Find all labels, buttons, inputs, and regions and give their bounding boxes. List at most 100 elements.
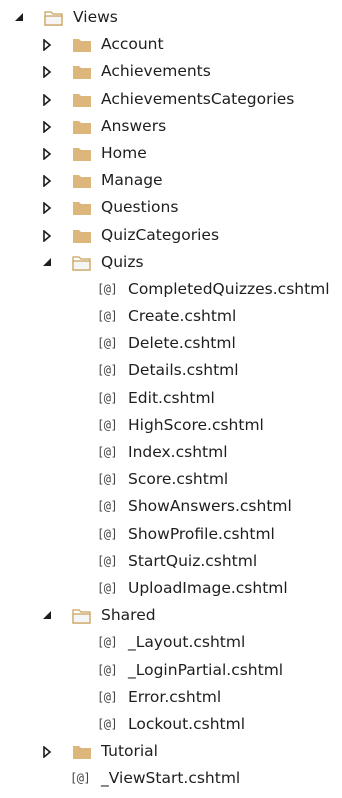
razor-file-icon: [@] [97, 526, 118, 541]
tree-node-label: Quizs [101, 252, 144, 271]
razor-file-icon: [@] [97, 417, 118, 432]
open-folder-icon [72, 607, 92, 625]
tree-node-label: ShowAnswers.cshtml [128, 497, 292, 516]
collapsed-arrow-icon[interactable] [42, 174, 54, 188]
tree-node-file[interactable]: [@] Delete.cshtml [0, 330, 342, 357]
razor-file-icon: [@] [97, 553, 118, 568]
collapsed-arrow-icon[interactable] [42, 228, 54, 243]
tree-node-label: Score.cshtml [128, 470, 229, 489]
expanded-arrow-icon[interactable] [42, 257, 54, 269]
razor-file-icon: [@] [97, 390, 118, 405]
razor-file-icon: [@] [97, 635, 118, 650]
razor-file-icon: [@] [97, 363, 118, 378]
tree-node-label: Achievements [101, 62, 211, 81]
razor-file-icon: [@] [97, 499, 118, 514]
tree-node-file[interactable]: [@] Details.cshtml [0, 357, 342, 384]
tree-node-file[interactable]: [@] ShowAnswers.cshtml [0, 493, 342, 520]
collapsed-arrow-icon[interactable] [42, 201, 54, 216]
tree-node-label: UploadImage.cshtml [128, 578, 288, 597]
tree-node-label: Edit.cshtml [128, 388, 215, 407]
tree-node-label: HighScore.cshtml [128, 415, 264, 434]
folder-icon [72, 172, 92, 190]
tree-node-file-viewstart[interactable]: [@] _ViewStart.cshtml [0, 765, 342, 792]
expanded-arrow-icon[interactable] [14, 12, 26, 24]
tree-node-label: AchievementsCategories [101, 89, 295, 108]
tree-node-label: Error.cshtml [128, 687, 222, 706]
folder-icon [72, 743, 92, 761]
tree-node-label: QuizCategories [101, 225, 220, 244]
tree-node-file[interactable]: [@] Lockout.cshtml [0, 711, 342, 738]
tree-node-label: Shared [101, 606, 156, 625]
tree-node-folder-quizs[interactable]: Quizs [0, 249, 342, 276]
tree-node-folder-home[interactable]: Home [0, 140, 342, 167]
tree-node-label: Tutorial [101, 742, 158, 761]
razor-file-icon: [@] [97, 309, 118, 324]
tree-node-folder-achievements[interactable]: Achievements [0, 58, 342, 85]
tree-node-label: _Layout.cshtml [128, 633, 246, 652]
tree-node-file[interactable]: [@] UploadImage.cshtml [0, 575, 342, 602]
folder-icon [72, 227, 92, 245]
tree-node-label: Index.cshtml [128, 443, 228, 461]
tree-node-folder-manage[interactable]: Manage [0, 167, 342, 194]
tree-node-views[interactable]: Views [0, 4, 342, 31]
tree-node-file[interactable]: [@] _LoginPartial.cshtml [0, 657, 342, 684]
tree-node-label: _ViewStart.cshtml [101, 769, 241, 788]
tree-node-folder-tutorial[interactable]: Tutorial [0, 738, 342, 765]
tree-node-file[interactable]: [@] Score.cshtml [0, 466, 342, 493]
tree-node-folder-achievementscategories[interactable]: AchievementsCategories [0, 86, 342, 113]
tree-node-label: CompletedQuizzes.cshtml [128, 279, 330, 298]
tree-node-file[interactable]: [@] Error.cshtml [0, 684, 342, 711]
razor-file-icon: [@] [97, 716, 118, 731]
folder-icon [72, 91, 92, 109]
tree-node-folder-shared[interactable]: Shared [0, 602, 342, 629]
open-folder-icon [44, 9, 64, 27]
tree-node-file[interactable]: [@] StartQuiz.cshtml [0, 548, 342, 575]
tree-node-label: Lockout.cshtml [128, 714, 246, 733]
tree-node-label: Answers [101, 116, 167, 135]
tree-node-label: _LoginPartial.cshtml [128, 660, 284, 679]
tree-node-label: Views [73, 8, 118, 26]
razor-file-icon: [@] [97, 281, 118, 296]
tree-node-folder-account[interactable]: Account [0, 31, 342, 58]
folder-icon [72, 36, 92, 54]
tree-node-folder-answers[interactable]: Answers [0, 113, 342, 140]
tree-node-file[interactable]: [@] Create.cshtml [0, 303, 342, 330]
razor-file-icon: [@] [97, 445, 118, 459]
tree-node-label: Questions [101, 198, 179, 217]
tree-node-file[interactable]: [@] Edit.cshtml [0, 385, 342, 412]
solution-explorer-tree: Views Account Achievements AchievementsC… [0, 0, 342, 798]
tree-node-label: Account [101, 35, 164, 54]
razor-file-icon: [@] [97, 689, 118, 704]
razor-file-icon: [@] [70, 771, 91, 786]
tree-node-file[interactable]: [@] Index.cshtml [0, 439, 342, 466]
razor-file-icon: [@] [97, 662, 118, 677]
tree-node-file[interactable]: [@] _Layout.cshtml [0, 629, 342, 656]
collapsed-arrow-icon[interactable] [42, 147, 54, 161]
collapsed-arrow-icon[interactable] [42, 120, 54, 134]
tree-node-file[interactable]: [@] CompletedQuizzes.cshtml [0, 276, 342, 303]
razor-file-icon: [@] [97, 472, 118, 487]
open-folder-icon [72, 254, 92, 272]
razor-file-icon: [@] [97, 580, 118, 595]
tree-node-folder-quizcategories[interactable]: QuizCategories [0, 222, 342, 249]
tree-node-label: Details.cshtml [128, 361, 239, 380]
tree-node-label: Create.cshtml [128, 307, 237, 326]
folder-icon [72, 199, 92, 217]
tree-node-label: ShowProfile.cshtml [128, 524, 275, 543]
tree-node-file[interactable]: [@] HighScore.cshtml [0, 412, 342, 439]
tree-node-folder-questions[interactable]: Questions [0, 194, 342, 221]
tree-node-label: Home [101, 143, 147, 162]
folder-icon [72, 145, 92, 163]
expanded-arrow-icon[interactable] [42, 610, 54, 622]
tree-node-label: Manage [101, 171, 163, 190]
folder-icon [72, 118, 92, 136]
tree-node-label: StartQuiz.cshtml [128, 551, 258, 570]
collapsed-arrow-icon[interactable] [42, 65, 54, 80]
collapsed-arrow-icon[interactable] [42, 92, 54, 107]
razor-file-icon: [@] [97, 336, 118, 351]
tree-node-file[interactable]: [@] ShowProfile.cshtml [0, 521, 342, 548]
tree-node-label: Delete.cshtml [128, 334, 236, 353]
folder-icon [72, 63, 92, 81]
collapsed-arrow-icon[interactable] [42, 38, 54, 52]
collapsed-arrow-icon[interactable] [42, 745, 54, 759]
